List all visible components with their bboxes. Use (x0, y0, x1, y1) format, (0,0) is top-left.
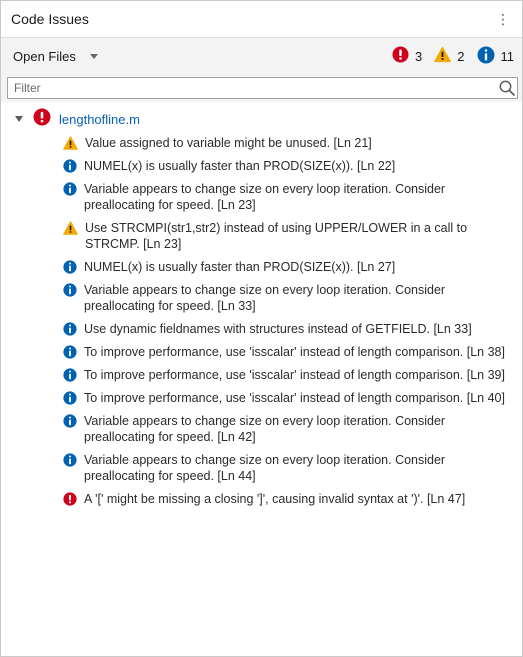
issue-text: Variable appears to change size on every… (84, 414, 446, 444)
chevron-down-icon (89, 53, 98, 59)
info-icon (63, 322, 77, 336)
file-node[interactable]: lengthofline.m (1, 106, 522, 132)
issue-text: To improve performance, use 'isscalar' i… (84, 391, 505, 405)
info-icon (63, 182, 77, 196)
issues-tree: lengthofline.m Value assigned to variabl… (1, 102, 522, 511)
error-icon (33, 108, 51, 131)
search-icon[interactable] (498, 79, 516, 102)
issue-list: Value assigned to variable might be unus… (1, 132, 522, 511)
scope-dropdown[interactable]: Open Files (13, 49, 98, 64)
warning-icon (63, 136, 78, 150)
panel-menu-button[interactable]: ⋮ (494, 12, 512, 26)
issue-item[interactable]: Variable appears to change size on every… (1, 279, 522, 318)
filter-bar (1, 74, 522, 102)
issue-text: A '[' might be missing a closing ']', ca… (84, 492, 466, 506)
issue-item[interactable]: A '[' might be missing a closing ']', ca… (1, 488, 522, 511)
toolbar: Open Files 3 2 11 (1, 38, 522, 74)
info-count-filter[interactable]: 11 (477, 46, 515, 67)
info-icon (63, 414, 77, 428)
issue-item[interactable]: Variable appears to change size on every… (1, 449, 522, 488)
issue-item[interactable]: Use dynamic fieldnames with structures i… (1, 318, 522, 341)
issue-text: Variable appears to change size on every… (84, 283, 446, 313)
warning-count: 2 (457, 48, 465, 64)
panel-title: Code Issues (11, 11, 89, 27)
warning-icon (434, 46, 452, 66)
issue-item[interactable]: NUMEL(x) is usually faster than PROD(SIZ… (1, 256, 522, 279)
scope-label: Open Files (13, 48, 76, 64)
issue-item[interactable]: Variable appears to change size on every… (1, 410, 522, 449)
issue-item[interactable]: To improve performance, use 'isscalar' i… (1, 341, 522, 364)
issue-text: Use STRCMPI(str1,str2) instead of using … (85, 221, 468, 251)
filter-wrap (7, 77, 518, 99)
info-icon (63, 453, 77, 467)
issue-text: Use dynamic fieldnames with structures i… (84, 322, 472, 336)
panel-titlebar: Code Issues ⋮ (1, 1, 522, 38)
filter-input[interactable] (7, 77, 518, 99)
issue-text: To improve performance, use 'isscalar' i… (84, 345, 505, 359)
info-count: 11 (500, 48, 515, 64)
file-link[interactable]: lengthofline.m (59, 112, 140, 127)
issue-counts: 3 2 11 (380, 46, 514, 67)
issue-text: Variable appears to change size on every… (84, 182, 446, 212)
issue-item[interactable]: Use STRCMPI(str1,str2) instead of using … (1, 217, 522, 256)
info-icon (63, 260, 77, 274)
issue-text: NUMEL(x) is usually faster than PROD(SIZ… (84, 159, 396, 173)
warning-icon (63, 221, 78, 235)
issue-item[interactable]: To improve performance, use 'isscalar' i… (1, 387, 522, 410)
issue-item[interactable]: NUMEL(x) is usually faster than PROD(SIZ… (1, 155, 522, 178)
info-icon (63, 391, 77, 405)
issue-text: NUMEL(x) is usually faster than PROD(SIZ… (84, 260, 396, 274)
issue-text: To improve performance, use 'isscalar' i… (84, 368, 505, 382)
warning-count-filter[interactable]: 2 (434, 46, 465, 66)
issue-text: Variable appears to change size on every… (84, 453, 446, 483)
error-icon (392, 46, 409, 66)
info-icon (63, 368, 77, 382)
code-issues-panel: Code Issues ⋮ Open Files 3 2 11 Filter l… (0, 0, 523, 657)
expand-toggle-icon[interactable] (15, 116, 23, 122)
issue-item[interactable]: Variable appears to change size on every… (1, 178, 522, 217)
info-icon (63, 345, 77, 359)
issue-text: Value assigned to variable might be unus… (85, 136, 372, 150)
info-icon (63, 283, 77, 297)
error-count-filter[interactable]: 3 (392, 46, 422, 66)
info-icon (63, 159, 77, 173)
info-icon (477, 46, 495, 67)
error-count: 3 (415, 48, 423, 64)
error-icon (63, 492, 77, 506)
issue-item[interactable]: To improve performance, use 'isscalar' i… (1, 364, 522, 387)
issue-item[interactable]: Value assigned to variable might be unus… (1, 132, 522, 155)
